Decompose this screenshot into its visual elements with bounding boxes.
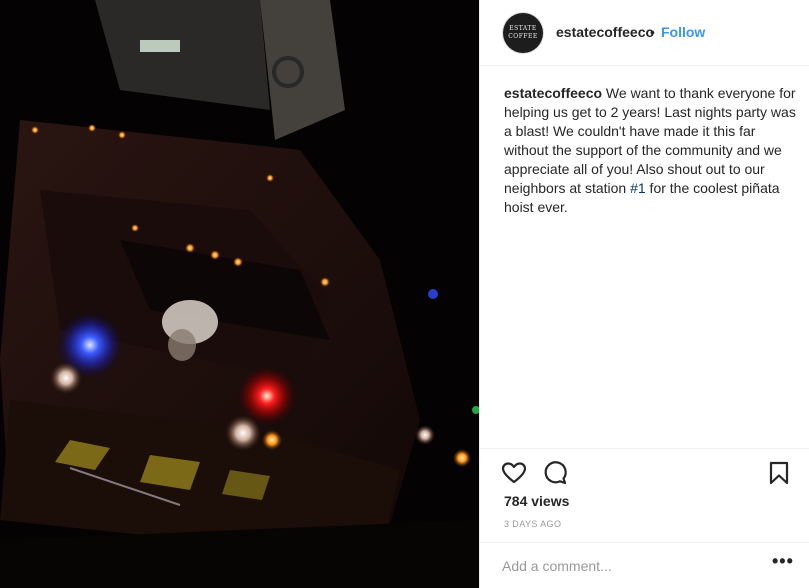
avatar[interactable]: ESTATE COFFEE — [503, 13, 543, 53]
bookmark-icon[interactable] — [765, 459, 793, 487]
post-header: ESTATE COFFEE estatecoffeeco • Follow — [480, 0, 809, 66]
post-media[interactable] — [0, 0, 479, 588]
post-sidebar: ESTATE COFFEE estatecoffeeco • Follow es… — [479, 0, 809, 588]
comment-input[interactable] — [502, 555, 762, 577]
avatar-logo-text: ESTATE COFFEE — [508, 25, 538, 40]
post-caption: estatecoffeeco We want to thank everyone… — [504, 84, 796, 217]
action-bar — [480, 448, 809, 496]
post-timestamp[interactable]: 3 DAYS AGO — [504, 519, 561, 529]
username-link[interactable]: estatecoffeeco — [556, 24, 654, 40]
heart-icon[interactable] — [500, 459, 528, 487]
fire-truck-photo — [0, 0, 479, 588]
follow-button[interactable]: Follow — [661, 24, 705, 40]
hashtag-link[interactable]: #1 — [630, 180, 646, 196]
comment-bar: ••• — [480, 542, 809, 588]
more-options-icon[interactable]: ••• — [772, 551, 794, 572]
caption-username[interactable]: estatecoffeeco — [504, 85, 602, 101]
separator-dot: • — [650, 24, 655, 40]
view-count[interactable]: 784 views — [504, 493, 569, 509]
comment-icon[interactable] — [541, 459, 569, 487]
